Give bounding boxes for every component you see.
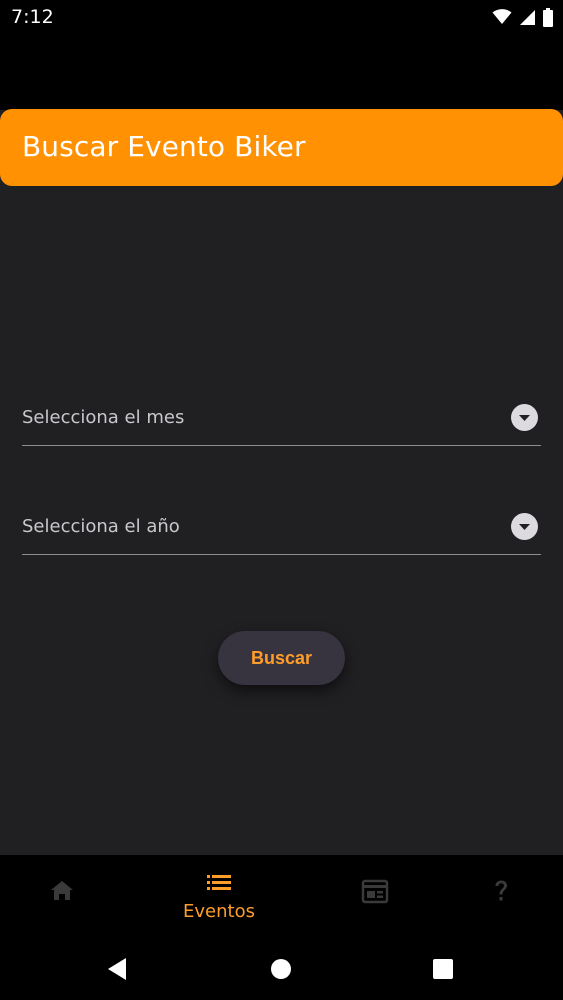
help-icon — [487, 877, 515, 905]
home-icon — [48, 877, 76, 905]
month-dropdown-label: Selecciona el mes — [22, 407, 185, 428]
home-circle-icon[interactable] — [267, 955, 295, 983]
page-title: Buscar Evento Biker — [22, 130, 306, 163]
bottom-nav: Eventos — [0, 855, 563, 938]
nav-item-eventos[interactable]: Eventos — [149, 855, 289, 938]
status-icons — [492, 6, 553, 28]
chevron-down-icon — [511, 513, 538, 540]
system-nav — [0, 938, 563, 1000]
back-icon[interactable] — [104, 955, 132, 983]
content-area — [0, 110, 563, 855]
year-dropdown[interactable]: Selecciona el año — [22, 498, 541, 555]
search-button[interactable]: Buscar — [218, 631, 345, 685]
status-time: 7:12 — [11, 6, 54, 28]
signal-icon — [519, 9, 536, 26]
wifi-icon — [492, 9, 512, 25]
nav-item-home[interactable] — [0, 855, 132, 938]
calendar-icon — [361, 877, 389, 905]
year-dropdown-label: Selecciona el año — [22, 516, 180, 537]
month-dropdown[interactable]: Selecciona el mes — [22, 389, 541, 446]
status-bar: 7:12 — [0, 0, 563, 34]
recents-icon[interactable] — [429, 955, 457, 983]
battery-icon — [543, 7, 553, 27]
nav-label-eventos: Eventos — [183, 901, 255, 922]
nav-item-calendar[interactable] — [305, 855, 445, 938]
nav-item-help[interactable] — [431, 855, 563, 938]
list-icon — [205, 869, 233, 897]
chevron-down-icon — [511, 404, 538, 431]
